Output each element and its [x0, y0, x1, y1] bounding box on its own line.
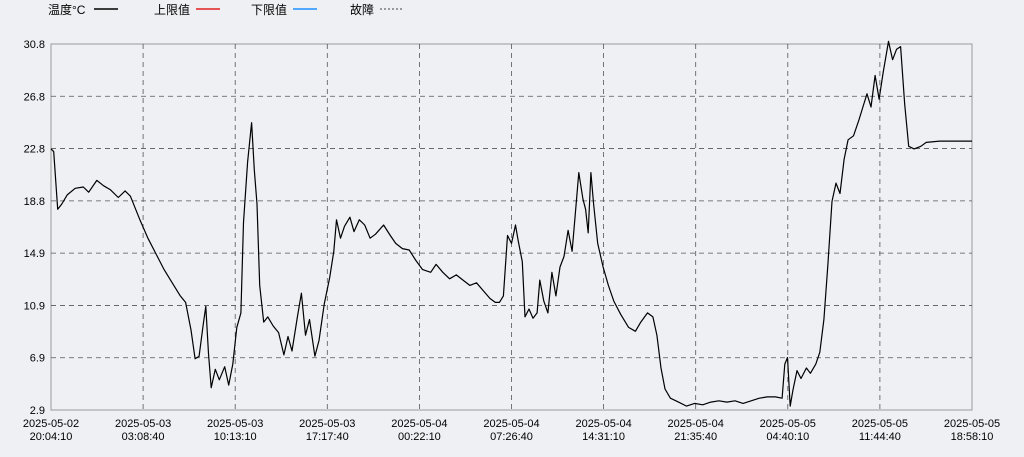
- x-tick-date: 2025-05-04: [668, 418, 724, 430]
- legend-label: 下限值: [251, 2, 287, 17]
- x-tick-time: 00:22:10: [398, 431, 441, 443]
- x-tick-date: 2025-05-05: [852, 418, 908, 430]
- legend-label: 温度°C: [48, 2, 86, 17]
- x-tick-date: 2025-05-04: [391, 418, 447, 430]
- y-tick-label: 22.8: [24, 144, 45, 156]
- x-tick-date: 2025-05-03: [299, 418, 355, 430]
- y-tick-label: 10.9: [24, 300, 45, 312]
- legend-label: 上限值: [154, 2, 190, 17]
- x-tick-time: 07:26:40: [490, 431, 533, 443]
- x-tick-date: 2025-05-03: [115, 418, 171, 430]
- legend-label: 故障: [350, 2, 374, 17]
- x-axis-ticks: 2025-05-0220:04:102025-05-0303:08:402025…: [23, 418, 1000, 443]
- x-tick-time: 10:13:10: [214, 431, 257, 443]
- x-tick-time: 14:31:10: [582, 431, 625, 443]
- x-tick-date: 2025-05-04: [575, 418, 631, 430]
- legend: 温度°C 上限值 下限值 故障: [48, 2, 404, 17]
- y-tick-label: 6.9: [30, 353, 45, 365]
- y-tick-label: 18.8: [24, 196, 45, 208]
- x-tick-time: 04:40:10: [766, 431, 809, 443]
- y-tick-label: 14.9: [24, 248, 45, 260]
- y-tick-label: 2.9: [30, 405, 45, 417]
- x-tick-time: 21:35:40: [674, 431, 717, 443]
- y-tick-label: 26.8: [24, 91, 45, 103]
- x-tick-time: 03:08:40: [122, 431, 165, 443]
- x-tick-time: 20:04:10: [30, 431, 73, 443]
- x-tick-date: 2025-05-03: [207, 418, 263, 430]
- x-tick-date: 2025-05-05: [760, 418, 816, 430]
- y-axis-ticks: 2.9 6.9 10.9 14.9 18.8 22.8 26.8 30.8: [24, 39, 45, 417]
- x-tick-date: 2025-05-02: [23, 418, 79, 430]
- x-tick-date: 2025-05-04: [483, 418, 539, 430]
- chart-container: 温度°C 上限值 下限值 故障 2.9 6.9 10.9 14.9 18.8 22.8 26.8 3…: [0, 0, 1024, 457]
- x-tick-date: 2025-05-05: [944, 418, 1000, 430]
- temperature-line-chart: 温度°C 上限值 下限值 故障 2.9 6.9 10.9 14.9 18.8 22.8 26.8 3…: [23, 2, 1000, 443]
- x-tick-time: 11:44:40: [859, 431, 901, 443]
- y-tick-label: 30.8: [24, 39, 45, 51]
- x-tick-time: 17:17:40: [306, 431, 349, 443]
- x-tick-time: 18:58:10: [951, 431, 994, 443]
